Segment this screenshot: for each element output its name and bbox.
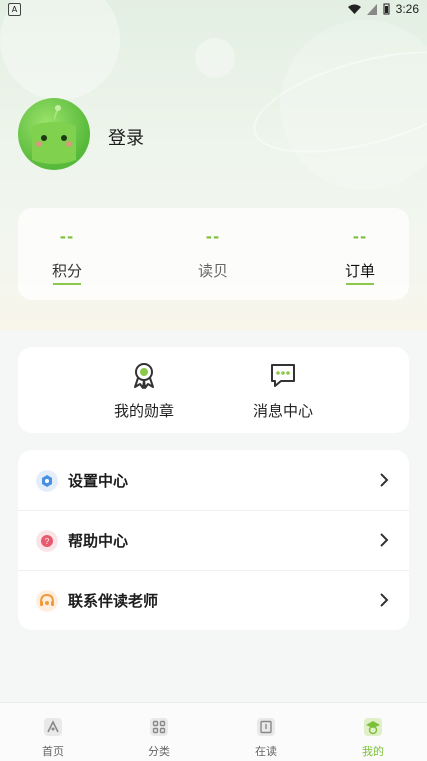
stat-orders[interactable]: -- 订单: [320, 208, 400, 300]
profile-icon: [364, 718, 382, 736]
login-link[interactable]: 登录: [108, 124, 144, 150]
tab-category[interactable]: 分类: [106, 703, 212, 761]
avatar[interactable]: [18, 98, 90, 170]
stat-shells[interactable]: -- 读贝: [173, 208, 253, 300]
stat-points-value: --: [59, 228, 75, 246]
menu-card: 设置中心 ? 帮助中心 联系伴读老师: [18, 450, 409, 630]
shortcut-message-center[interactable]: 消息中心: [228, 347, 338, 433]
menu-item-help[interactable]: ? 帮助中心: [18, 510, 409, 570]
tab-home-label: 首页: [42, 745, 64, 758]
stat-underline: [53, 283, 81, 285]
settings-icon: [36, 470, 58, 492]
menu-item-contact-tutor-label: 联系伴读老师: [68, 592, 159, 610]
contact-icon: [36, 590, 58, 612]
clock: 3:26: [395, 2, 419, 16]
tab-mine-label: 我的: [362, 745, 384, 758]
stat-orders-value: --: [352, 228, 368, 246]
help-icon: ?: [36, 530, 58, 552]
book-icon: [257, 718, 275, 736]
avatar-mascot-icon: [32, 105, 76, 164]
tab-home[interactable]: 首页: [0, 703, 106, 761]
wifi-icon: [347, 4, 361, 14]
chevron-right-icon: [380, 593, 389, 607]
message-icon: [271, 364, 295, 387]
medal-icon: [134, 363, 154, 389]
stat-underline: [346, 283, 374, 285]
tab-category-label: 分类: [148, 745, 170, 758]
menu-item-settings-label: 设置中心: [68, 472, 129, 490]
svg-text:?: ?: [45, 537, 50, 546]
menu-item-settings[interactable]: 设置中心: [18, 450, 409, 510]
app-notification-icon: A: [8, 3, 21, 16]
chevron-right-icon: [380, 473, 389, 487]
stat-shells-value: --: [205, 228, 221, 246]
menu-item-contact-tutor[interactable]: 联系伴读老师: [18, 570, 409, 630]
shortcut-message-center-label: 消息中心: [252, 402, 313, 420]
menu-item-help-label: 帮助中心: [68, 532, 129, 550]
tab-mine[interactable]: 我的: [320, 703, 426, 761]
shortcut-my-medals[interactable]: 我的勋章: [89, 347, 199, 433]
stat-points[interactable]: -- 积分: [27, 208, 107, 300]
tab-reading-label: 在读: [255, 745, 277, 758]
signal-icon: [366, 3, 377, 15]
bottom-tab-bar: 首页 分类 在读 我的: [0, 702, 427, 761]
status-bar: A 3:26: [0, 0, 427, 22]
stat-points-label: 积分: [51, 262, 82, 280]
stats-card: -- 积分 -- 读贝 -- 订单: [18, 208, 409, 300]
chevron-right-icon: [380, 533, 389, 547]
shortcut-card: 我的勋章 消息中心: [18, 347, 409, 433]
stat-shells-label: 读贝: [197, 262, 228, 280]
tab-reading[interactable]: 在读: [213, 703, 319, 761]
category-icon: [150, 718, 168, 736]
shortcut-my-medals-label: 我的勋章: [113, 402, 174, 420]
home-icon: [44, 718, 62, 736]
stat-orders-label: 订单: [344, 262, 375, 280]
decor-bubble: [195, 38, 235, 78]
battery-icon: [383, 3, 390, 15]
